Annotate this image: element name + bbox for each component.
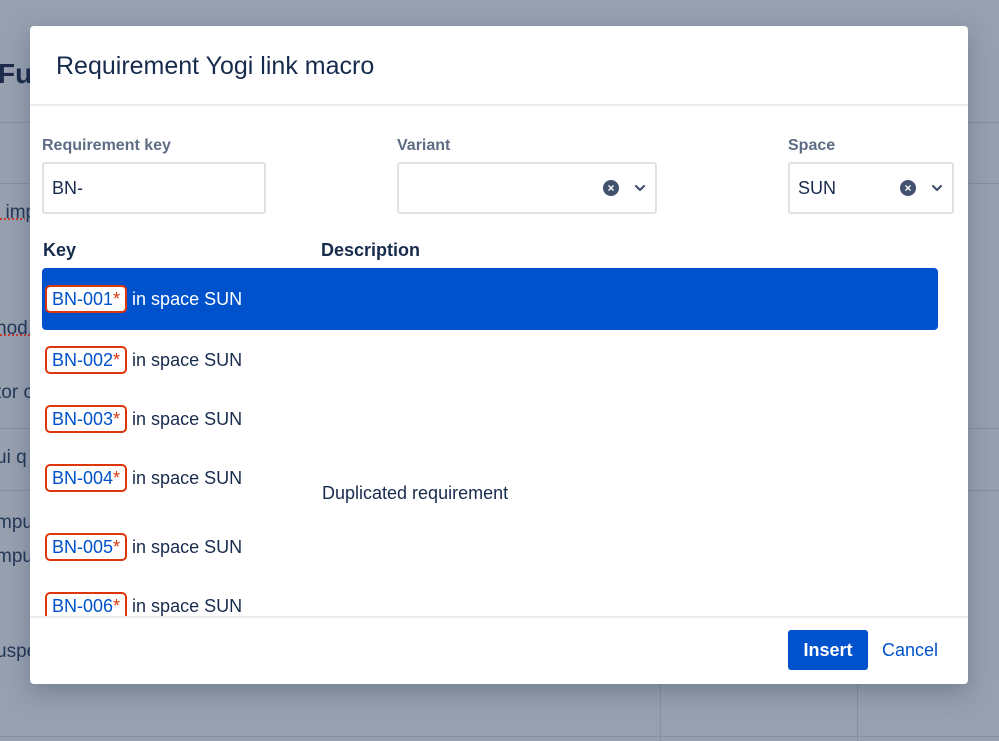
space-select[interactable]: SUN × — [788, 162, 954, 214]
description-column-header: Description — [321, 240, 421, 260]
chevron-down-icon[interactable] — [930, 181, 944, 195]
key-text: BN-003 — [52, 409, 114, 429]
result-row[interactable]: BN-004* in space SUN Duplicated requirem… — [42, 447, 938, 509]
key-marker: * — [113, 468, 121, 488]
variant-field: Variant × — [397, 136, 657, 214]
background-divider — [0, 736, 999, 737]
space-text: in space SUN — [132, 595, 243, 616]
result-row[interactable]: BN-003* in space SUN — [42, 388, 938, 450]
variant-label: Variant — [397, 137, 451, 154]
requirement-key-input[interactable]: BN- — [42, 162, 266, 214]
requirement-key-badge[interactable]: BN-002* — [45, 346, 128, 374]
results-list[interactable]: BN-001* in space SUN BN-002* in space SU… — [42, 266, 938, 616]
key-marker: * — [113, 409, 121, 429]
key-marker: * — [113, 350, 121, 370]
space-text: in space SUN — [132, 408, 243, 429]
background-page-title: Fu — [0, 58, 33, 89]
requirement-key-badge[interactable]: BN-005* — [45, 533, 128, 561]
background-text: ui q — [0, 447, 27, 468]
space-text: in space SUN — [132, 288, 243, 309]
clear-icon[interactable]: × — [900, 180, 916, 196]
background-text: tor c — [0, 382, 33, 403]
requirement-key-field: Requirement key BN- — [42, 136, 266, 214]
result-row[interactable]: BN-002* in space SUN — [42, 329, 938, 391]
dialog-header: Requirement Yogi link macro — [30, 26, 968, 106]
space-text: in space SUN — [132, 349, 243, 370]
background-text: nod. — [0, 318, 33, 339]
insert-button[interactable]: Insert — [788, 630, 868, 670]
key-text: BN-001 — [52, 289, 114, 309]
result-row[interactable]: BN-001* in space SUN — [42, 268, 938, 330]
requirement-key-badge[interactable]: BN-006* — [45, 592, 128, 616]
requirement-key-badge[interactable]: BN-003* — [45, 405, 128, 433]
key-marker: * — [113, 596, 121, 616]
chevron-down-icon[interactable] — [633, 181, 647, 195]
space-text: in space SUN — [132, 536, 243, 557]
clear-icon[interactable]: × — [603, 180, 619, 196]
space-label: Space — [788, 137, 836, 154]
dialog-footer: Insert Cancel — [30, 616, 968, 684]
key-text: BN-002 — [52, 350, 114, 370]
key-text: BN-004 — [52, 468, 114, 488]
space-value: SUN — [798, 177, 837, 198]
space-text: in space SUN — [132, 467, 243, 488]
key-text: BN-006 — [52, 596, 114, 616]
result-row[interactable]: BN-005* in space SUN — [42, 516, 938, 578]
variant-select[interactable]: × — [397, 162, 657, 214]
requirement-key-badge[interactable]: BN-001* — [45, 285, 128, 313]
requirement-key-badge[interactable]: BN-004* — [45, 464, 128, 492]
background-text: mpu — [0, 512, 33, 533]
key-text: BN-005 — [52, 537, 114, 557]
key-column-header: Key — [43, 240, 77, 260]
result-row[interactable]: BN-006* in space SUN — [42, 575, 938, 616]
requirement-key-label: Requirement key — [42, 137, 171, 154]
macro-dialog: Requirement Yogi link macro Requirement … — [30, 26, 968, 684]
cancel-button[interactable]: Cancel — [876, 630, 944, 670]
space-field: Space SUN × — [788, 136, 954, 214]
key-marker: * — [113, 537, 121, 557]
requirement-key-value: BN- — [52, 177, 83, 198]
background-text: mpu — [0, 546, 33, 567]
key-marker: * — [113, 289, 121, 309]
dialog-title: Requirement Yogi link macro — [56, 52, 375, 80]
result-description: Duplicated requirement — [322, 483, 509, 503]
